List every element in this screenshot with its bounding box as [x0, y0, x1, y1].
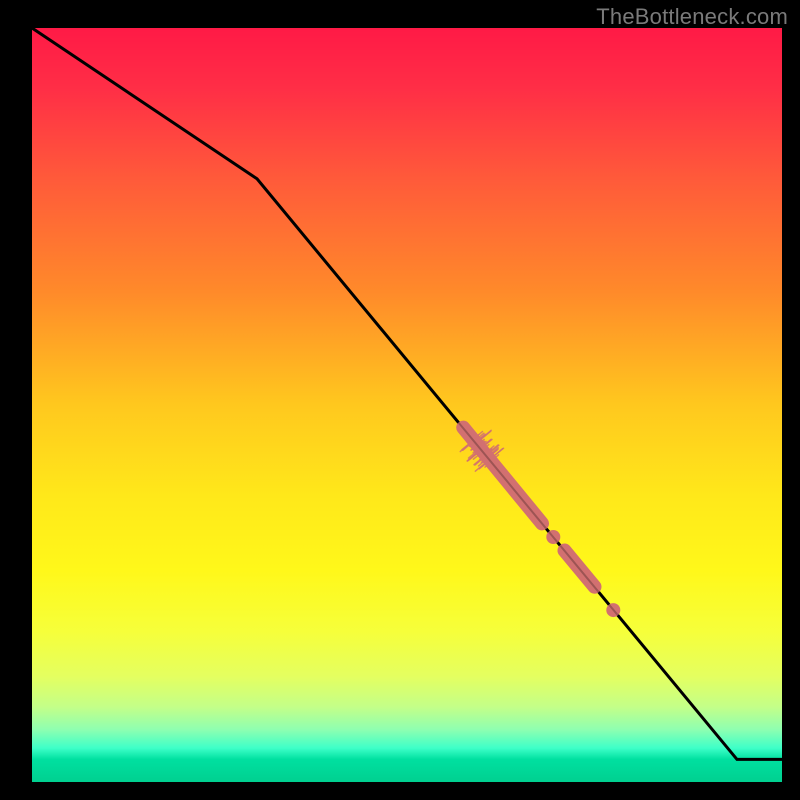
plot-area: [32, 28, 782, 782]
chart-root: TheBottleneck.com: [0, 0, 800, 800]
chart-canvas: [0, 0, 800, 800]
